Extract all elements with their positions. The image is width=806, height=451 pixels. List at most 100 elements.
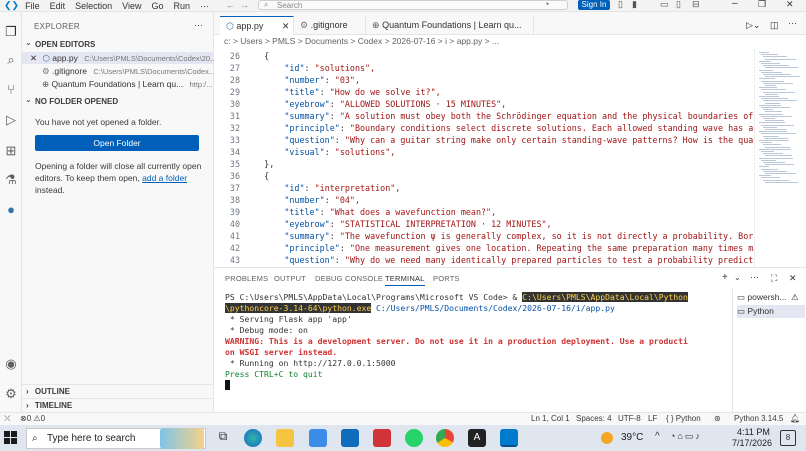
tab-quantum-foundations[interactable]: ⊕ Quantum Foundations | Learn qu... — [366, 16, 534, 35]
tab-gitignore[interactable]: ⚙ .gitignore — [294, 16, 366, 35]
menu-file[interactable]: File — [25, 1, 40, 11]
panel-more-icon[interactable]: ··· — [750, 272, 759, 282]
indentation[interactable]: Spaces: 4 — [576, 413, 612, 425]
edge-icon[interactable] — [244, 429, 262, 447]
code-line[interactable]: 33 "question": "Why can a guitar string … — [214, 134, 754, 146]
code-line[interactable]: 27 "id": "solutions", — [214, 62, 754, 74]
copilot-status-icon[interactable]: ⊛ — [714, 413, 721, 425]
code-line[interactable]: 26 { — [214, 50, 754, 62]
tab-output[interactable]: OUTPUT — [274, 274, 306, 283]
whatsapp-icon[interactable] — [405, 429, 423, 447]
code-line[interactable]: 40 "eyebrow": "STATISTICAL INTERPRETATIO… — [214, 218, 754, 230]
clock-date[interactable]: 7/17/2026 — [732, 438, 772, 448]
store-icon[interactable] — [309, 429, 327, 447]
code-line[interactable]: 41 "summary": "The wavefunction ψ is gen… — [214, 230, 754, 242]
outline-section[interactable]: › OUTLINE — [22, 384, 214, 397]
app-a-icon[interactable]: A — [468, 429, 486, 447]
close-icon[interactable]: ✕ — [282, 21, 290, 31]
split-editor-icon[interactable]: ◫ — [770, 20, 779, 31]
code-editor[interactable]: 26 {27 "id": "solutions", 28 "number": "0… — [214, 48, 754, 267]
chevron-down-icon[interactable]: ⌄ — [25, 38, 32, 47]
sign-in-button[interactable]: Sign In — [578, 0, 610, 10]
minimize-icon[interactable]: – — [732, 0, 738, 9]
open-folder-button[interactable]: Open Folder — [35, 135, 199, 151]
maximize-panel-icon[interactable]: ⛶ — [771, 273, 777, 284]
add-folder-link[interactable]: add a folder — [142, 173, 187, 183]
tab-ports[interactable]: PORTS — [433, 274, 460, 283]
remote-icon[interactable]: ⤬ — [4, 413, 10, 425]
code-line[interactable]: 31 "summary": "A solution must obey both… — [214, 110, 754, 122]
menu-more[interactable]: ··· — [200, 1, 209, 11]
start-button[interactable] — [4, 431, 18, 445]
errors-status[interactable]: ⊗0 ⚠0 — [20, 413, 45, 425]
code-line[interactable]: 36 { — [214, 170, 754, 182]
menu-edit[interactable]: Edit — [50, 1, 66, 11]
tab-problems[interactable]: PROBLEMS — [225, 274, 268, 283]
encoding[interactable]: UTF-8 — [618, 413, 641, 425]
nav-back-icon[interactable]: ← — [226, 0, 235, 10]
tab-terminal[interactable]: TERMINAL — [385, 274, 425, 286]
chevron-down-icon[interactable]: ⌄ — [25, 95, 32, 104]
close-icon[interactable]: ✕ — [30, 53, 37, 63]
code-line[interactable]: 37 "id": "interpretation", — [214, 182, 754, 194]
run-debug-icon[interactable]: ▷ — [3, 112, 19, 128]
settings-app-icon[interactable] — [373, 429, 391, 447]
chevron-down-icon[interactable]: ⌄ — [734, 273, 741, 282]
tab-debug-console[interactable]: DEBUG CONSOLE — [315, 274, 383, 283]
outlook-icon[interactable] — [341, 429, 359, 447]
close-window-icon[interactable]: ✕ — [786, 0, 794, 10]
menu-go[interactable]: Go — [152, 1, 164, 11]
code-line[interactable]: 42 "principle": "One measurement gives o… — [214, 242, 754, 254]
chrome-icon[interactable] — [436, 429, 454, 447]
open-editor-app-py[interactable]: ✕ ⬡ app.py C:\Users\PMLS\Documents\Codex… — [22, 52, 214, 64]
terminal-item-powershell[interactable]: ▭ powersh... ⚠ — [737, 291, 805, 304]
file-explorer-icon[interactable] — [276, 429, 294, 447]
clock-time[interactable]: 4:11 PM — [737, 427, 770, 437]
menu-run[interactable]: Run — [174, 1, 191, 11]
editor-more-icon[interactable]: ··· — [788, 18, 797, 28]
testing-icon[interactable]: ⚗ — [3, 172, 19, 188]
open-editor-browser[interactable]: ⊕ Quantum Foundations | Learn qu... http… — [22, 78, 214, 90]
new-terminal-icon[interactable]: + — [722, 272, 728, 283]
minimap[interactable] — [754, 48, 800, 267]
source-control-icon[interactable]: ⑂ — [3, 82, 19, 98]
terminal-item-python[interactable]: ▭ Python — [737, 305, 805, 318]
notification-center-icon[interactable]: 8 — [780, 430, 796, 446]
run-python-icon[interactable]: ▷⌄ — [746, 20, 760, 31]
timeline-section[interactable]: › TIMELINE — [22, 398, 214, 411]
open-editors-header[interactable]: OPEN EDITORS — [35, 40, 95, 49]
python-interpreter[interactable]: Python 3.14.5 — [734, 413, 783, 425]
vscode-taskbar-icon[interactable] — [500, 429, 518, 447]
breadcrumb[interactable]: c: > Users > PMLS > Documents > Codex > … — [214, 35, 754, 48]
close-panel-icon[interactable]: ✕ — [789, 273, 797, 284]
maximize-icon[interactable]: ❐ — [758, 0, 766, 10]
copilot-icon[interactable]: ◔ — [544, 0, 549, 9]
explorer-more-icon[interactable]: ··· — [194, 20, 203, 30]
bell-icon[interactable]: 🔔︎ — [790, 413, 800, 425]
weather-temp[interactable]: 39°C — [621, 432, 643, 443]
code-line[interactable]: 38 "number": "04", — [214, 194, 754, 206]
nav-forward-icon[interactable]: → — [240, 0, 249, 10]
code-line[interactable]: 28 "number": "03", — [214, 74, 754, 86]
layout-customize-icon[interactable]: ⊟ — [692, 0, 700, 10]
extensions-icon[interactable]: ⊞ — [3, 143, 19, 159]
code-line[interactable]: 30 "eyebrow": "ALLOWED SOLUTIONS · 15 MI… — [214, 98, 754, 110]
code-line[interactable]: 29 "title": "How do we solve it?", — [214, 86, 754, 98]
search-input[interactable]: ⌕ Search — [258, 0, 568, 10]
code-line[interactable]: 35 }, — [214, 158, 754, 170]
panel-toggle-icon[interactable]: ▭ — [660, 0, 669, 10]
code-line[interactable]: 43 "question": "Why do we need many iden… — [214, 254, 754, 266]
layout-toggle-icon[interactable]: ▯ — [618, 0, 623, 10]
task-view-icon[interactable]: ⧉ — [214, 429, 232, 447]
search-view-icon[interactable]: ⌕ — [3, 52, 19, 68]
code-line[interactable]: 32 "principle": "Boundary conditions sel… — [214, 122, 754, 134]
python-icon[interactable]: ● — [3, 202, 19, 218]
code-line[interactable]: 39 "title": "What does a wavefunction me… — [214, 206, 754, 218]
tray-chevron-icon[interactable]: ^ — [655, 431, 660, 442]
explorer-icon[interactable]: ❐ — [3, 24, 19, 40]
sidebar-toggle-icon[interactable]: ▮ — [632, 0, 637, 10]
secondary-sidebar-icon[interactable]: ▯ — [676, 0, 681, 10]
open-editor-gitignore[interactable]: ⚙ .gitignore C:\Users\PMLS\Documents\Cod… — [22, 65, 214, 77]
cursor-position[interactable]: Ln 1, Col 1 — [531, 413, 570, 425]
tray-icons[interactable]: ◔⌂▭♪ — [670, 431, 702, 442]
